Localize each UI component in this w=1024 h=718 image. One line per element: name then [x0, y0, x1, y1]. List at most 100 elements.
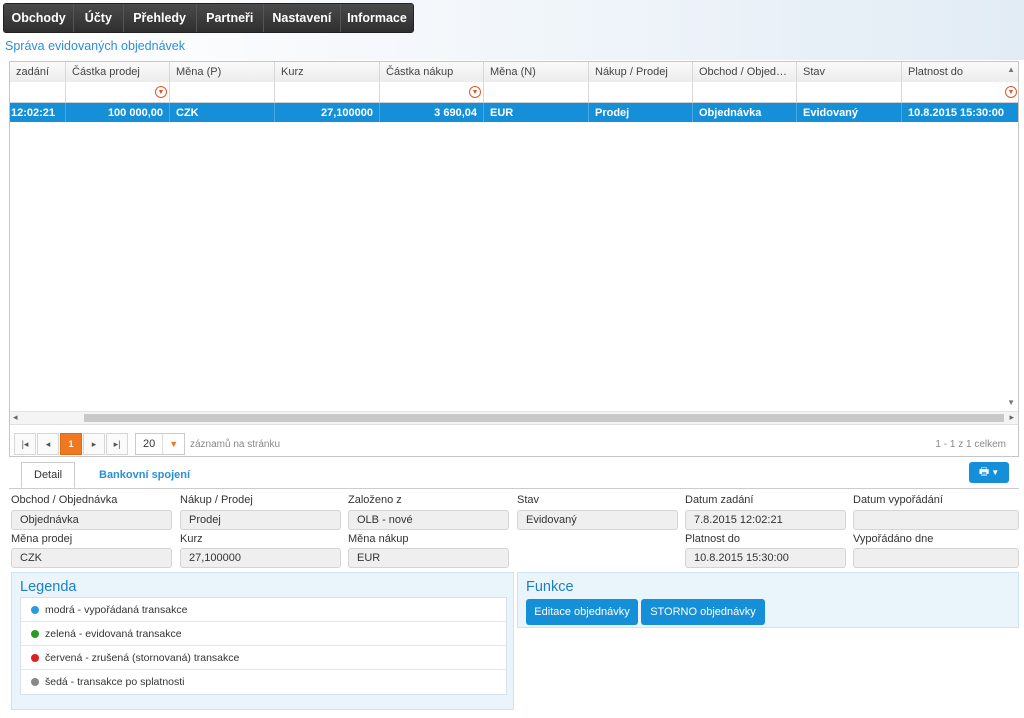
column-header-mena-n[interactable]: Měna (N) [484, 62, 589, 82]
filter-icon[interactable]: ▼ [155, 86, 167, 98]
green-dot-icon [31, 629, 39, 638]
filter-cell[interactable] [693, 82, 797, 102]
mena-nakup-label: Měna nákup [348, 533, 409, 545]
filter-cell[interactable] [275, 82, 380, 102]
kurz-label: Kurz [180, 533, 203, 545]
obchod-field: Objednávka [11, 510, 172, 530]
platnost-field: 10.8.2015 15:30:00 [685, 548, 846, 568]
red-dot-icon [31, 653, 39, 662]
print-button[interactable]: 🖶 ▼ [969, 462, 1009, 483]
column-header-kurz[interactable]: Kurz [275, 62, 380, 82]
cell-obchod-objednavka: Objednávka [693, 103, 797, 122]
grid-header-row: zadání Částka prodej Měna (P) Kurz Částk… [10, 62, 1018, 83]
next-page-icon[interactable]: ▸ [83, 433, 105, 455]
page-size-label: záznamů na stránku [190, 439, 281, 450]
mena-prodej-field: CZK [11, 548, 172, 568]
legend-item-text: červená - zrušená (stornovaná) transakce [45, 651, 240, 664]
nakup-prodej-field: Prodej [180, 510, 341, 530]
legend-item: zelená - evidovaná transakce [21, 622, 506, 646]
blue-dot-icon [31, 605, 39, 614]
scroll-down-icon[interactable]: ▼ [1007, 398, 1015, 407]
nav-informace[interactable]: Informace [340, 4, 414, 32]
cell-zadani: 12:02:21 [10, 103, 66, 122]
grey-dot-icon [31, 678, 39, 686]
filter-cell[interactable]: ▼ [902, 82, 1018, 102]
tab-detail[interactable]: Detail [21, 462, 76, 488]
filter-cell[interactable] [797, 82, 902, 102]
legend-item: šedá - transakce po splatnosti [21, 670, 506, 694]
obchod-label: Obchod / Objednávka [11, 494, 118, 506]
horizontal-scrollbar[interactable]: ◂ ▸ [10, 411, 1018, 424]
table-row[interactable]: 12:02:21 100 000,00 CZK 27,100000 3 690,… [10, 103, 1018, 122]
column-header-platnost-do[interactable]: Platnost do [902, 62, 1018, 82]
column-header-stav[interactable]: Stav [797, 62, 902, 82]
filter-cell[interactable] [170, 82, 275, 102]
filter-cell[interactable] [589, 82, 693, 102]
pager-info: 1 - 1 z 1 celkem [935, 439, 1006, 450]
cell-kurz: 27,100000 [275, 103, 380, 122]
stav-label: Stav [517, 494, 540, 506]
last-page-icon[interactable]: ▸| [106, 433, 128, 455]
legend-item-text: šedá - transakce po splatnosti [45, 676, 185, 688]
printer-icon: 🖶 [978, 466, 990, 478]
page-title: Správa evidovaných objednávek [5, 39, 185, 53]
filter-icon[interactable]: ▼ [1005, 86, 1017, 98]
edit-order-button[interactable]: Editace objednávky [526, 599, 638, 625]
nakup-prodej-label: Nákup / Prodej [180, 494, 253, 506]
filter-cell[interactable]: ▼ [380, 82, 484, 102]
mena-prodej-label: Měna prodej [11, 533, 73, 545]
prev-page-icon[interactable]: ◂ [37, 433, 59, 455]
column-header-nakup-prodej[interactable]: Nákup / Prodej [589, 62, 693, 82]
nav-nastaveni[interactable]: Nastavení [263, 4, 341, 32]
legend-item-text: modrá - vypořádaná transakce [45, 603, 188, 616]
page-button-current[interactable]: 1 [60, 433, 82, 455]
datum-vyporadani-label: Datum vypořádání [853, 494, 943, 506]
filter-icon[interactable]: ▼ [469, 86, 481, 98]
zalozeno-field: OLB - nové [348, 510, 509, 530]
vyporadano-label: Vypořádáno dne [853, 533, 934, 545]
filter-cell[interactable]: ▼ [66, 82, 170, 102]
column-header-obchod-objednavka[interactable]: Obchod / Objed… [693, 62, 797, 82]
cell-castka-nakup: 3 690,04 [380, 103, 484, 122]
first-page-icon[interactable]: |◂ [14, 433, 36, 455]
storno-order-button[interactable]: STORNO objednávky [641, 599, 765, 625]
legend-list: modrá - vypořádaná transakce zelená - ev… [20, 597, 507, 695]
vyporadano-field [853, 548, 1019, 568]
scrollbar-thumb[interactable] [84, 414, 1004, 422]
scroll-right-icon[interactable]: ▸ [1009, 412, 1014, 423]
chevron-down-icon[interactable]: ▼ [162, 434, 184, 454]
nav-partneri[interactable]: Partneři [196, 4, 264, 32]
column-header-castka-prodej[interactable]: Částka prodej [66, 62, 170, 82]
legend-panel: Legenda modrá - vypořádaná transakce zel… [11, 572, 514, 710]
legend-item: modrá - vypořádaná transakce [21, 598, 506, 622]
chevron-down-icon: ▼ [991, 468, 1000, 477]
column-header-mena-p[interactable]: Měna (P) [170, 62, 275, 82]
orders-grid: zadání Částka prodej Měna (P) Kurz Částk… [9, 61, 1019, 457]
cell-mena-n: EUR [484, 103, 589, 122]
datum-zadani-label: Datum zadání [685, 494, 754, 506]
cell-castka-prodej: 100 000,00 [66, 103, 170, 122]
scroll-left-icon[interactable]: ◂ [13, 412, 18, 423]
tab-bankovni-spojeni[interactable]: Bankovní spojení [87, 462, 202, 488]
nav-obchody[interactable]: Obchody [4, 4, 75, 32]
column-header-zadani[interactable]: zadání [10, 62, 66, 82]
legend-item-text: zelená - evidovaná transakce [45, 627, 182, 640]
datum-zadani-field: 7.8.2015 12:02:21 [685, 510, 846, 530]
platnost-label: Platnost do [685, 533, 741, 545]
cell-mena-p: CZK [170, 103, 275, 122]
stav-field: Evidovaný [517, 510, 678, 530]
scroll-up-icon[interactable]: ▲ [1007, 65, 1015, 74]
legend-title: Legenda [20, 579, 77, 595]
filter-cell[interactable] [484, 82, 589, 102]
grid-filter-row: ▼ ▼ ▼ [10, 82, 1018, 103]
kurz-field: 27,100000 [180, 548, 341, 568]
datum-vyporadani-field [853, 510, 1019, 530]
pager: |◂ ◂ 1 ▸ ▸| 20 ▼ záznamů na stránku 1 - … [10, 424, 1018, 456]
nav-prehledy[interactable]: Přehledy [123, 4, 197, 32]
filter-cell[interactable] [10, 82, 66, 102]
nav-ucty[interactable]: Účty [74, 4, 124, 32]
cell-nakup-prodej: Prodej [589, 103, 693, 122]
functions-panel: Funkce Editace objednávky STORNO objedná… [517, 572, 1019, 628]
column-header-castka-nakup[interactable]: Částka nákup [380, 62, 484, 82]
page-size-select[interactable]: 20 ▼ [135, 433, 185, 455]
